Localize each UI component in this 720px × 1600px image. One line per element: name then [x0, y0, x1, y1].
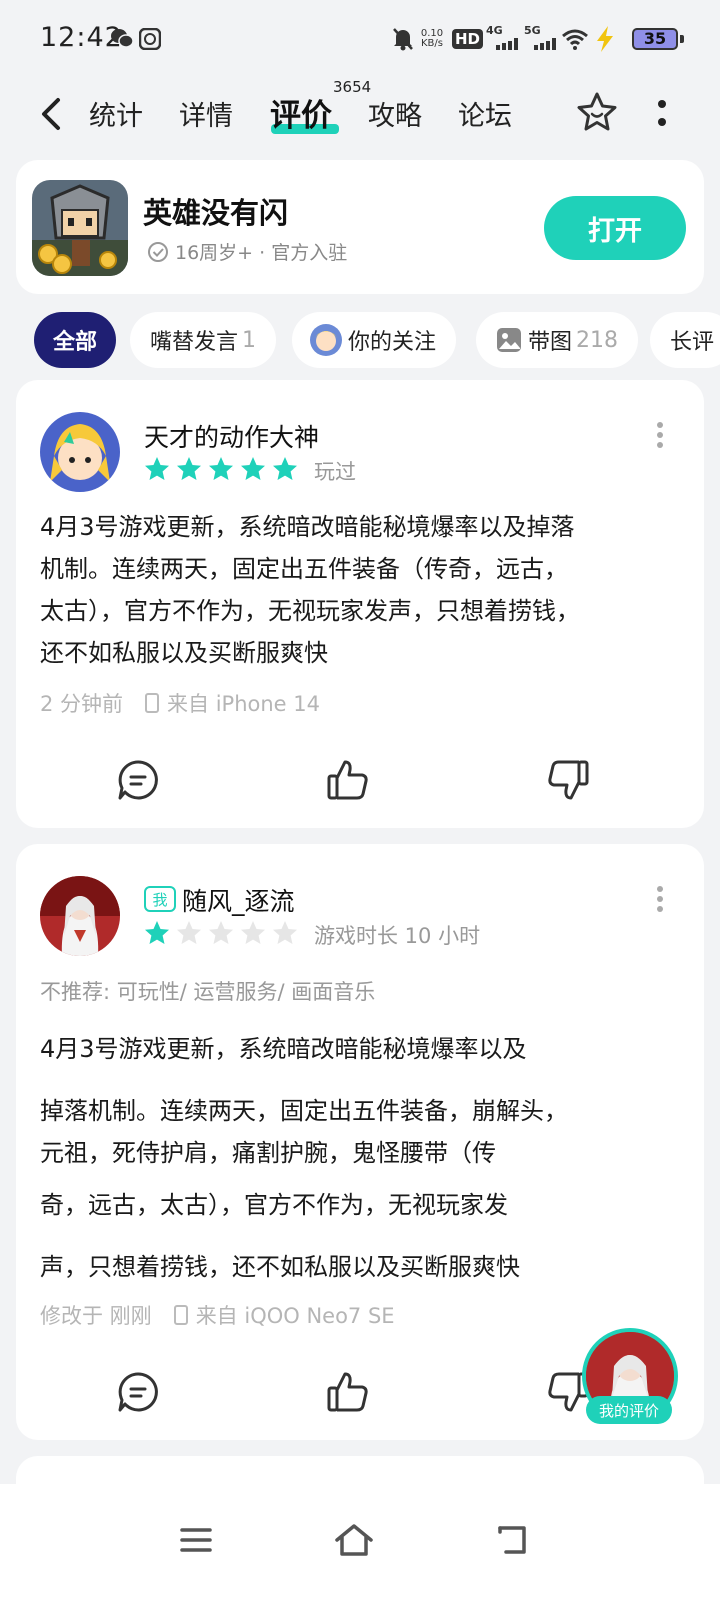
comment-icon[interactable]: [116, 1370, 160, 1414]
me-badge: 我: [144, 886, 176, 912]
review-text[interactable]: 4月3号游戏更新，系统暗改暗能秘境爆率以及 掉落机制。连续两天，固定出五件装备，…: [40, 1018, 680, 1298]
thumbs-up-icon[interactable]: [326, 1370, 370, 1414]
system-nav-bar: [0, 1484, 720, 1600]
battery-icon: 35: [632, 28, 678, 50]
home-icon[interactable]: [334, 1520, 374, 1560]
game-name: 英雄没有闪: [143, 196, 289, 230]
not-recommended-tags: 不推荐: 可玩性/ 运营服务/ 画面音乐: [40, 980, 376, 1004]
phone-icon: [145, 693, 160, 713]
open-game-button[interactable]: 打开: [544, 196, 686, 260]
review-device: 来自 iPhone 14: [167, 692, 321, 716]
thumbs-down-icon[interactable]: [546, 758, 590, 802]
more-options-icon[interactable]: [656, 98, 668, 128]
review-username[interactable]: 天才的动作大神: [144, 418, 319, 454]
review-card: 天才的动作大神 玩过 4月3号游戏更新，系统暗改暗能秘境爆率以及掉落 机制。连续…: [16, 380, 704, 828]
filter-long-reviews[interactable]: 长评: [650, 312, 720, 368]
game-meta: 16周岁+ · 官方入驻: [147, 238, 347, 265]
star-filled-icon: [209, 457, 233, 480]
filter-all[interactable]: 全部: [34, 312, 116, 368]
verified-check-icon: [148, 241, 168, 262]
star-filled-icon: [177, 457, 201, 480]
game-icon[interactable]: [32, 180, 128, 276]
star-empty-icon: [273, 921, 297, 944]
tab-guides[interactable]: 攻略: [368, 94, 422, 133]
signal-5g-icon: 5G: [524, 24, 541, 37]
net-speed: 0.10 KB/s: [420, 28, 444, 49]
hd-icon: HD: [452, 29, 484, 49]
filter-with-images[interactable]: 带图 218: [476, 312, 639, 368]
favorite-star-icon[interactable]: [574, 90, 620, 136]
review-text[interactable]: 4月3号游戏更新，系统暗改暗能秘境爆率以及掉落 机制。连续两天，固定出五件装备（…: [40, 506, 680, 674]
review-username[interactable]: 随风_逐流: [182, 882, 295, 918]
phone-icon: [173, 1305, 188, 1325]
star-empty-icon: [177, 921, 201, 944]
signal-4g-icon: 4G: [486, 24, 503, 37]
signal-bars-icon: [496, 38, 518, 50]
back-arrow-icon[interactable]: [38, 94, 68, 134]
wifi-icon: [562, 29, 588, 50]
filter-chips: 全部 嘴替发言 1 你的关注 带图 218 长评: [0, 312, 720, 368]
charging-icon: [597, 26, 613, 52]
my-review-label[interactable]: 我的评价: [586, 1396, 672, 1424]
played-label: 玩过: [314, 460, 356, 484]
tab-reviews[interactable]: 评价: [270, 90, 332, 135]
following-avatar-icon: [310, 324, 342, 356]
star-empty-icon: [241, 921, 265, 944]
star-empty-icon: [209, 921, 233, 944]
app-icon: [139, 28, 161, 50]
tab-stats[interactable]: 统计: [89, 94, 143, 133]
image-icon: [497, 328, 521, 352]
review-meta: 修改于 刚刚 来自 iQOO Neo7 SE: [40, 1300, 395, 1330]
star-filled-icon: [273, 457, 297, 480]
star-filled-icon: [241, 457, 265, 480]
menu-icon[interactable]: [176, 1520, 216, 1560]
comment-icon[interactable]: [116, 758, 160, 802]
battery-cap: [680, 35, 684, 43]
rating-stars: [144, 920, 298, 946]
review-time: 修改于 刚刚: [40, 1304, 152, 1328]
review-more-icon[interactable]: [656, 422, 664, 448]
review-count-badge: 3654: [333, 78, 372, 96]
game-meta-text: 16周岁+ · 官方入驻: [175, 242, 348, 264]
signal-bars-2-icon: [534, 38, 556, 50]
rating-stars: [144, 456, 298, 482]
review-device: 来自 iQOO Neo7 SE: [195, 1304, 395, 1328]
tab-details[interactable]: 详情: [179, 94, 233, 133]
game-card: 英雄没有闪 16周岁+ · 官方入驻 打开: [16, 160, 704, 294]
avatar[interactable]: [40, 412, 120, 492]
top-nav: 统计 详情 评价 3654 攻略 论坛: [0, 78, 720, 148]
star-filled-icon: [145, 457, 169, 480]
back-nav-icon[interactable]: [492, 1520, 532, 1560]
star-filled-icon: [145, 921, 169, 944]
review-meta: 2 分钟前 来自 iPhone 14: [40, 688, 320, 718]
playtime-label: 游戏时长 10 小时: [314, 924, 481, 948]
mute-icon: [393, 28, 413, 51]
wechat-icon: [111, 29, 134, 48]
review-more-icon[interactable]: [656, 886, 664, 912]
status-bar: 12:42 0.10 KB/s HD 4G 5G 35: [0, 0, 720, 80]
filter-mouthpiece[interactable]: 嘴替发言 1: [130, 312, 277, 368]
avatar[interactable]: [40, 876, 120, 956]
thumbs-up-icon[interactable]: [326, 758, 370, 802]
review-time: 2 分钟前: [40, 692, 124, 716]
filter-following[interactable]: 你的关注: [292, 312, 457, 368]
tab-forum[interactable]: 论坛: [458, 94, 512, 133]
